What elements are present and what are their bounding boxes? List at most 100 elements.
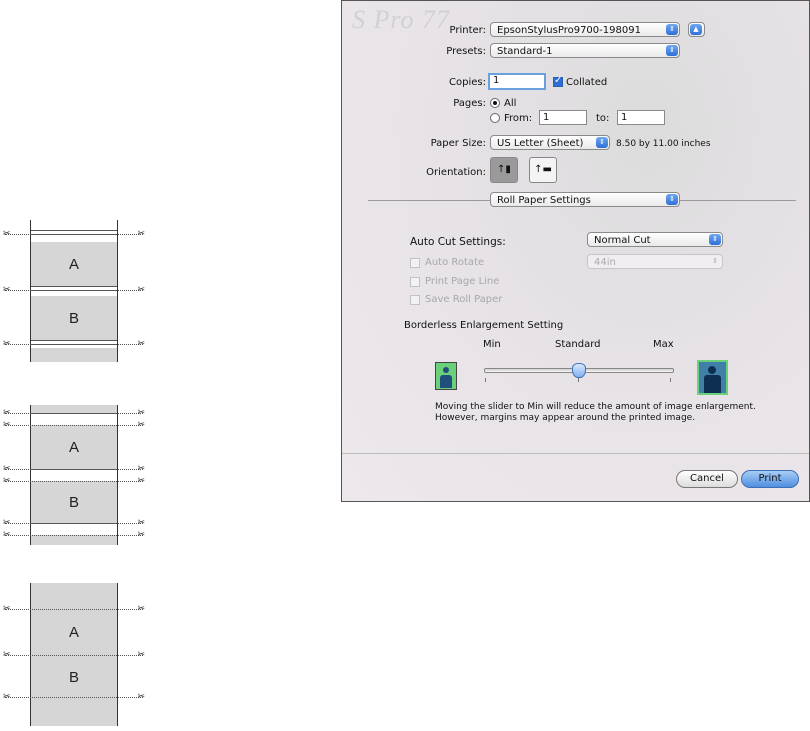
page-a: A (31, 609, 117, 655)
scissors-icon: ✂ (3, 420, 11, 430)
page-a: A (31, 425, 117, 469)
auto-cut-popup[interactable]: Normal Cut ⇕ (587, 232, 723, 247)
cut-line: ✂ ✂ (3, 692, 145, 702)
presets-label: Presets: (446, 46, 486, 57)
pages-from-label: From: (504, 113, 533, 124)
save-roll-paper-checkbox[interactable] (410, 295, 420, 305)
scissors-icon: ✂ (137, 518, 145, 528)
borderless-title: Borderless Enlargement Setting (404, 320, 564, 331)
presets-value: Standard-1 (497, 46, 553, 57)
cut-line: ✂ ✂ (3, 464, 145, 474)
cut-diagram-normal: A B ✂ ✂ ✂ ✂ ✂ ✂ (0, 220, 150, 362)
orientation-label: Orientation: (426, 167, 486, 178)
pages-all-radio[interactable] (490, 98, 500, 108)
cut-line: ✂ ✂ (3, 229, 145, 239)
popup-arrows-icon: ⇕ (666, 45, 678, 56)
popup-arrows-icon: ⇕ (666, 24, 678, 35)
max-enlargement-icon (697, 360, 728, 395)
section-divider (368, 200, 490, 201)
min-enlargement-icon (435, 362, 457, 390)
cut-line: ✂ ✂ (3, 604, 145, 614)
scissors-icon: ✂ (3, 604, 11, 614)
auto-rotate-label: Auto Rotate (425, 257, 485, 268)
section-popup-value: Roll Paper Settings (497, 195, 591, 206)
scissors-icon: ✂ (3, 339, 11, 349)
scissors-icon: ✂ (3, 530, 11, 540)
roll-width-popup[interactable]: 44in ⇕ (587, 254, 723, 269)
triangle-up-icon: ▲ (690, 24, 702, 35)
scissors-icon: ✂ (137, 408, 145, 418)
scissors-icon: ✂ (137, 285, 145, 295)
enlargement-slider[interactable] (484, 363, 674, 385)
auto-cut-label: Auto Cut Settings: (410, 236, 506, 248)
page-b-label: B (68, 493, 79, 511)
slider-tick-max (670, 378, 671, 382)
disclosure-button[interactable]: ▲ (688, 22, 705, 37)
cut-line: ✂ ✂ (3, 285, 145, 295)
popup-arrows-icon: ⇕ (596, 137, 608, 148)
scissors-icon: ✂ (137, 604, 145, 614)
scissors-icon: ✂ (137, 229, 145, 239)
scissors-icon: ✂ (3, 518, 11, 528)
collated-checkbox[interactable] (553, 75, 563, 87)
pages-from-radio[interactable] (490, 113, 500, 123)
borderless-note-line1: Moving the slider to Min will reduce the… (435, 402, 756, 412)
copies-field[interactable]: 1 (488, 73, 546, 90)
orientation-portrait-button[interactable]: ↑▮ (490, 157, 518, 183)
scissors-icon: ✂ (137, 530, 145, 540)
scissors-icon: ✂ (3, 285, 11, 295)
page-b: B (31, 296, 117, 340)
cut-line: ✂ ✂ (3, 339, 145, 349)
slider-thumb[interactable] (572, 363, 586, 378)
scissors-icon: ✂ (3, 476, 11, 486)
printer-popup[interactable]: EpsonStylusPro9700-198091 ⇕ (490, 22, 680, 37)
section-popup[interactable]: Roll Paper Settings ⇕ (490, 192, 680, 207)
scissors-icon: ✂ (137, 476, 145, 486)
cut-diagram-single: A B ✂ ✂ ✂ ✂ ✂ ✂ (0, 583, 150, 726)
scissors-icon: ✂ (3, 650, 11, 660)
cancel-button[interactable]: Cancel (676, 470, 738, 488)
scissors-icon: ✂ (137, 650, 145, 660)
scissors-icon: ✂ (3, 408, 11, 418)
page-a: A (31, 242, 117, 286)
paper-size-popup[interactable]: US Letter (Sheet) ⇕ (490, 135, 610, 150)
copies-label: Copies: (449, 77, 486, 88)
cut-diagram-double: A B ✂ ✂ ✂ ✂ ✂ ✂ ✂ ✂ ✂ ✂ ✂ ✂ (0, 405, 150, 545)
slider-standard-label: Standard (555, 339, 601, 350)
popup-arrows-icon: ⇕ (666, 194, 678, 205)
auto-rotate-checkbox[interactable] (410, 258, 420, 268)
pages-to-field[interactable]: 1 (617, 110, 665, 125)
page-b: B (31, 481, 117, 523)
presets-popup[interactable]: Standard-1 ⇕ (490, 43, 680, 58)
collated-label: Collated (566, 77, 608, 88)
print-page-line-label: Print Page Line (425, 276, 500, 287)
pages-label: Pages: (453, 98, 486, 109)
scissors-icon: ✂ (3, 464, 11, 474)
scissors-icon: ✂ (137, 339, 145, 349)
pages-from-field[interactable]: 1 (539, 110, 587, 125)
popup-arrows-icon: ⇕ (709, 234, 721, 245)
page-a-label: A (68, 255, 79, 273)
print-page-line-checkbox[interactable] (410, 277, 420, 287)
scissors-icon: ✂ (137, 420, 145, 430)
popup-arrows-icon: ⇕ (712, 257, 718, 265)
page-b-label: B (68, 309, 79, 327)
page-b: B (31, 655, 117, 699)
paper-size-label: Paper Size: (430, 138, 486, 149)
bottom-divider (342, 453, 809, 454)
scissors-icon: ✂ (137, 692, 145, 702)
orientation-landscape-button[interactable]: ↑▬ (529, 157, 557, 183)
save-roll-paper-label: Save Roll Paper (425, 294, 503, 305)
landscape-icon: ↑▬ (534, 164, 552, 175)
slider-max-label: Max (653, 339, 674, 350)
paper-dimensions: 8.50 by 11.00 inches (616, 139, 711, 149)
slider-tick-standard (578, 378, 579, 382)
scissors-icon: ✂ (3, 692, 11, 702)
slider-min-label: Min (483, 339, 501, 350)
print-button[interactable]: Print (741, 470, 799, 488)
cut-line: ✂ ✂ (3, 530, 145, 540)
cut-line: ✂ ✂ (3, 476, 145, 486)
print-dialog: S Pro 77 Printer: EpsonStylusPro9700-198… (341, 0, 810, 502)
paper-roll: A B ✂ ✂ ✂ ✂ ✂ ✂ ✂ ✂ ✂ ✂ ✂ ✂ (3, 405, 145, 545)
printer-value: EpsonStylusPro9700-198091 (497, 25, 641, 36)
